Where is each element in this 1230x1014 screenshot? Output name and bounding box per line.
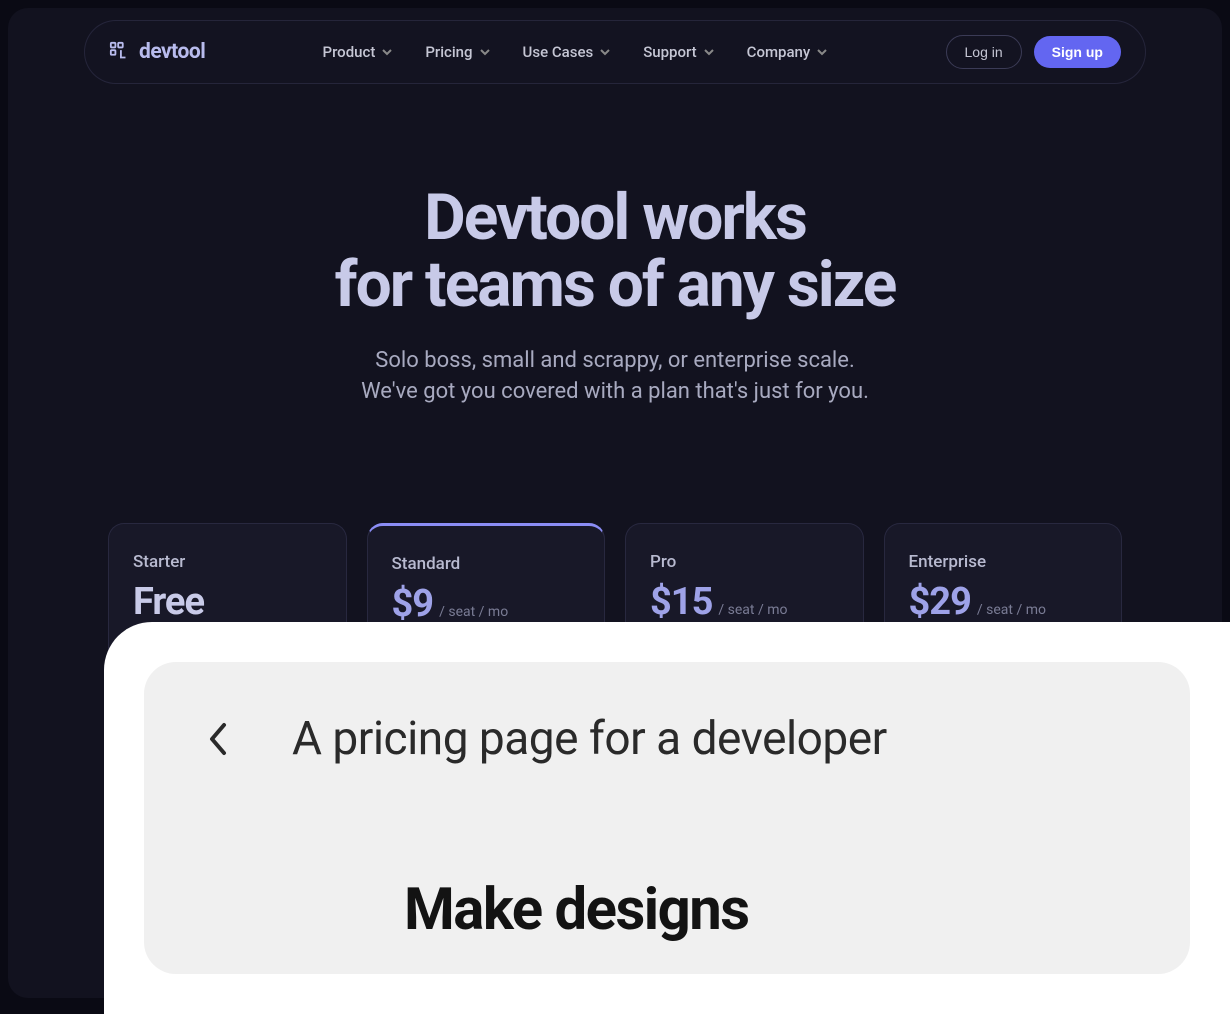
chevron-down-icon bbox=[703, 46, 715, 58]
nav-link-usecases[interactable]: Use Cases bbox=[523, 43, 612, 61]
nav-link-support[interactable]: Support bbox=[643, 43, 714, 61]
nav-link-pricing[interactable]: Pricing bbox=[425, 43, 490, 61]
chevron-down-icon bbox=[599, 46, 611, 58]
signup-button[interactable]: Sign up bbox=[1034, 36, 1121, 68]
plan-unit: / seat / mo bbox=[977, 602, 1046, 618]
chevron-down-icon bbox=[816, 46, 828, 58]
plan-price-row: Free bbox=[133, 580, 322, 624]
nav-label: Product bbox=[323, 43, 376, 61]
plan-price-row: $9 / seat / mo bbox=[392, 582, 581, 626]
back-chevron-icon[interactable] bbox=[204, 719, 232, 759]
navbar: devtool Product Pricing Use Cases Suppor… bbox=[84, 20, 1146, 84]
plan-unit: / seat / mo bbox=[439, 604, 508, 620]
nav-actions: Log in Sign up bbox=[946, 35, 1121, 69]
plan-price-row: $29 / seat / mo bbox=[909, 580, 1098, 624]
plan-price: $29 bbox=[909, 580, 971, 624]
nav-link-product[interactable]: Product bbox=[323, 43, 394, 61]
overlay-heading: Make designs bbox=[404, 876, 1130, 944]
chevron-down-icon bbox=[479, 46, 491, 58]
plan-name: Standard bbox=[392, 554, 581, 574]
nav-label: Pricing bbox=[425, 43, 472, 61]
nav-label: Support bbox=[643, 43, 696, 61]
plan-price: Free bbox=[133, 580, 204, 624]
hero-subtitle-line1: Solo boss, small and scrappy, or enterpr… bbox=[375, 348, 855, 373]
plan-name: Pro bbox=[650, 552, 839, 572]
logo[interactable]: devtool bbox=[109, 40, 205, 64]
logo-text: devtool bbox=[139, 40, 205, 64]
hero-section: Devtool works for teams of any size Solo… bbox=[8, 184, 1222, 408]
hero-subtitle-line2: We've got you covered with a plan that's… bbox=[361, 379, 869, 404]
overlay-breadcrumb-title: A pricing page for a developer bbox=[292, 712, 887, 766]
hero-title: Devtool works for teams of any size bbox=[48, 184, 1182, 318]
hero-title-line1: Devtool works bbox=[424, 180, 806, 255]
hero-subtitle: Solo boss, small and scrappy, or enterpr… bbox=[48, 346, 1182, 408]
nav-link-company[interactable]: Company bbox=[747, 43, 829, 61]
plan-unit: / seat / mo bbox=[718, 602, 787, 618]
nav-label: Use Cases bbox=[523, 43, 594, 61]
plan-name: Enterprise bbox=[909, 552, 1098, 572]
login-button[interactable]: Log in bbox=[946, 35, 1022, 69]
hero-title-line2: for teams of any size bbox=[335, 247, 896, 322]
overlay-panel: A pricing page for a developer Make desi… bbox=[104, 622, 1230, 1014]
overlay-header: A pricing page for a developer bbox=[204, 712, 1130, 766]
chevron-down-icon bbox=[381, 46, 393, 58]
overlay-inner: A pricing page for a developer Make desi… bbox=[144, 662, 1190, 974]
plan-price: $15 bbox=[650, 580, 712, 624]
plan-price: $9 bbox=[392, 582, 434, 626]
logo-icon bbox=[109, 41, 131, 63]
nav-label: Company bbox=[747, 43, 811, 61]
plan-name: Starter bbox=[133, 552, 322, 572]
plan-price-row: $15 / seat / mo bbox=[650, 580, 839, 624]
nav-links: Product Pricing Use Cases Support Compan… bbox=[323, 43, 829, 61]
